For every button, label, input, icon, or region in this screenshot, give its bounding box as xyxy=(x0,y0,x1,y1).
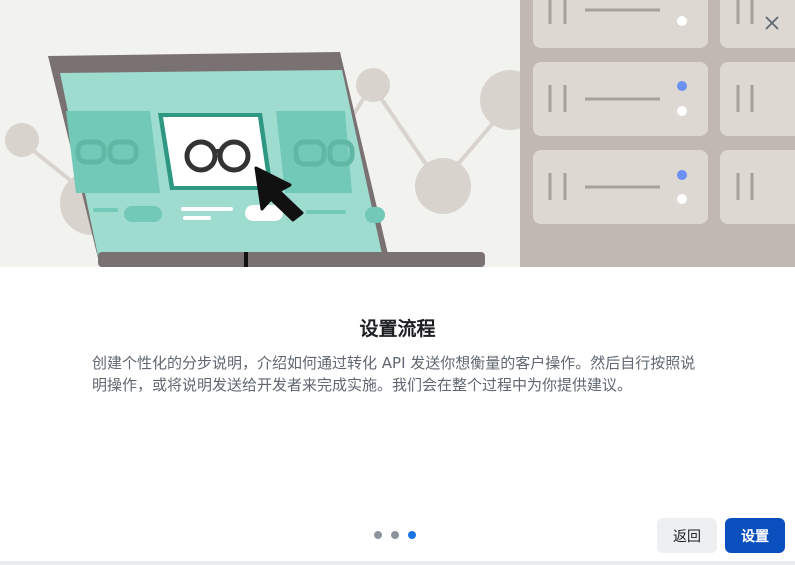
setup-button[interactable]: 设置 xyxy=(725,518,785,553)
hero-illustration xyxy=(0,0,795,267)
pagination-dot-1[interactable] xyxy=(374,531,382,539)
dialog-title: 设置流程 xyxy=(359,318,436,340)
pagination-dot-2[interactable] xyxy=(391,531,399,539)
dialog-description: 创建个性化的分步说明，介绍如何通过转化 API 发送你想衡量的客户操作。然后自行… xyxy=(92,354,696,394)
close-icon xyxy=(765,16,779,30)
back-button[interactable]: 返回 xyxy=(657,518,717,553)
close-button[interactable] xyxy=(757,8,787,38)
setup-dialog: 设置流程 创建个性化的分步说明，介绍如何通过转化 API 发送你想衡量的客户操作… xyxy=(0,0,795,565)
background-page-strip xyxy=(0,561,795,565)
pagination-dot-3-active[interactable] xyxy=(408,531,416,539)
pagination-dots xyxy=(374,531,416,539)
laptop-servers-illustration xyxy=(0,0,795,267)
